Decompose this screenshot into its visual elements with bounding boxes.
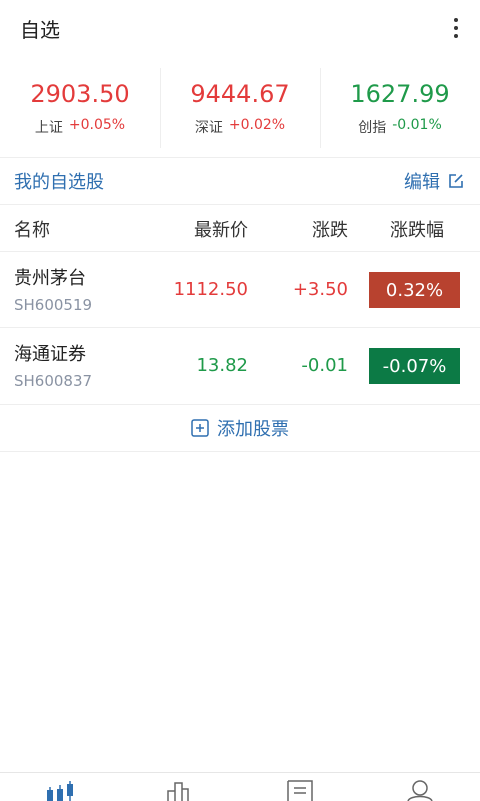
table-row[interactable]: 海通证券 SH600837 13.82 -0.01 -0.07% bbox=[0, 328, 480, 403]
change-percent-badge[interactable]: 0.32% bbox=[369, 272, 460, 308]
index-card-chinext[interactable]: 1627.99 创指 -0.01% bbox=[320, 60, 480, 156]
user-icon bbox=[406, 779, 434, 801]
column-header-price[interactable]: 最新价 bbox=[194, 206, 248, 252]
bar-chart-icon bbox=[166, 779, 194, 801]
stock-price: 1112.50 bbox=[173, 279, 248, 300]
index-card-shenzhen[interactable]: 9444.67 深证 +0.02% bbox=[160, 60, 320, 156]
candlestick-icon bbox=[44, 779, 76, 801]
news-icon bbox=[286, 779, 314, 801]
index-card-shanghai[interactable]: 2903.50 上证 +0.05% bbox=[0, 60, 160, 156]
page-title: 自选 bbox=[20, 17, 60, 42]
edit-label: 编辑 bbox=[404, 172, 440, 193]
more-vertical-icon[interactable] bbox=[444, 16, 468, 40]
index-name: 上证 bbox=[34, 120, 63, 136]
stock-price: 13.82 bbox=[196, 355, 248, 376]
index-value: 9444.67 bbox=[190, 80, 290, 108]
tab-market[interactable] bbox=[120, 773, 240, 801]
watchlist-title: 我的自选股 bbox=[14, 172, 104, 193]
add-stock-label: 添加股票 bbox=[217, 419, 289, 440]
column-header-percent[interactable]: 涨跌幅 bbox=[390, 206, 444, 252]
table-header: 名称 最新价 涨跌 涨跌幅 bbox=[0, 206, 480, 252]
plus-square-icon bbox=[191, 419, 209, 437]
stock-name: 贵州茅台 bbox=[14, 268, 86, 289]
index-name: 深证 bbox=[194, 120, 223, 136]
index-value: 1627.99 bbox=[350, 80, 450, 108]
table-row[interactable]: 贵州茅台 SH600519 1112.50 +3.50 0.32% bbox=[0, 252, 480, 327]
change-percent-badge[interactable]: -0.07% bbox=[369, 348, 460, 384]
index-name: 创指 bbox=[358, 120, 387, 136]
stock-change: -0.01 bbox=[301, 355, 348, 376]
index-change: +0.02% bbox=[228, 117, 286, 133]
app-header: 自选 bbox=[0, 0, 480, 56]
stock-name: 海通证券 bbox=[14, 344, 86, 365]
tab-news[interactable] bbox=[240, 773, 360, 801]
stock-code: SH600519 bbox=[14, 296, 93, 314]
bottom-tab-bar bbox=[0, 772, 480, 801]
index-value: 2903.50 bbox=[30, 80, 130, 108]
market-indices: 2903.50 上证 +0.05% 9444.67 深证 +0.02% 1627… bbox=[0, 60, 480, 156]
stock-code: SH600837 bbox=[14, 372, 93, 390]
index-change: +0.05% bbox=[68, 117, 126, 133]
tab-watchlist[interactable] bbox=[0, 773, 120, 801]
stock-change: +3.50 bbox=[292, 279, 348, 300]
tab-profile[interactable] bbox=[360, 773, 480, 801]
edit-icon bbox=[448, 173, 464, 189]
divider bbox=[0, 451, 480, 452]
divider bbox=[0, 204, 480, 205]
index-change: -0.01% bbox=[392, 117, 442, 133]
column-header-name[interactable]: 名称 bbox=[14, 206, 50, 252]
watchlist-header: 我的自选股 编辑 bbox=[0, 158, 480, 204]
edit-button[interactable]: 编辑 bbox=[404, 168, 464, 194]
add-stock-button[interactable]: 添加股票 bbox=[0, 405, 480, 451]
column-header-change[interactable]: 涨跌 bbox=[312, 206, 348, 252]
